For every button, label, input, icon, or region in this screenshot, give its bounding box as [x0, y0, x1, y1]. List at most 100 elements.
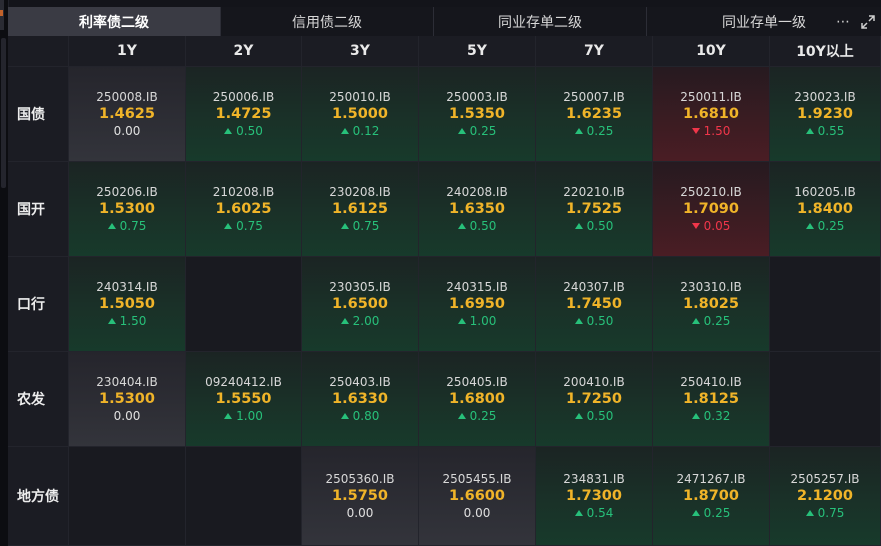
arrow-up-icon	[805, 127, 814, 134]
change-value: 0.75	[107, 218, 146, 234]
quote-cell[interactable]: 2505360.IB 1.5750 0.00	[302, 447, 419, 546]
quote-cell[interactable]: 200410.IB 1.7250 0.50	[536, 352, 653, 447]
change-value: 1.00	[224, 408, 263, 424]
quote-cell[interactable]: 250010.IB 1.5000 0.12	[302, 67, 419, 162]
quote-cell[interactable]: 2505257.IB 2.1200 0.75	[770, 447, 881, 546]
column-header[interactable]: 10Y	[653, 36, 770, 67]
bond-code: 240208.IB	[446, 184, 508, 199]
bond-code: 230208.IB	[329, 184, 391, 199]
tab-credit-bond-secondary[interactable]: 信用债二级	[221, 7, 434, 36]
arrow-up-icon	[224, 412, 233, 419]
change-value: 0.75	[224, 218, 263, 234]
yield-value: 1.8025	[683, 295, 739, 312]
change-value: 0.25	[805, 218, 844, 234]
change-value: 0.75	[340, 218, 379, 234]
quote-cell[interactable]: 2505455.IB 1.6600 0.00	[419, 447, 536, 546]
arrow-up-icon	[574, 222, 583, 229]
quote-cell[interactable]: 250403.IB 1.6330 0.80	[302, 352, 419, 447]
empty-cell	[770, 257, 881, 352]
quote-cell[interactable]: 250410.IB 1.8125 0.32	[653, 352, 770, 447]
quote-cell[interactable]: 2471267.IB 1.8700 0.25	[653, 447, 770, 546]
change-value: 0.75	[805, 505, 844, 521]
quote-cell[interactable]: 250006.IB 1.4725 0.50	[186, 67, 302, 162]
expand-icon[interactable]	[861, 14, 875, 29]
column-header[interactable]: 1Y	[69, 36, 186, 67]
change-text: 1.00	[236, 408, 263, 423]
change-text: 0.55	[817, 123, 845, 138]
scrollbar-thumb[interactable]	[1, 38, 6, 188]
quote-cell[interactable]: 250008.IB 1.4625 0.00	[69, 67, 186, 162]
quote-cell[interactable]: 230023.IB 1.9230 0.55	[770, 67, 881, 162]
quote-cell[interactable]: 250003.IB 1.5350 0.25	[419, 67, 536, 162]
column-header[interactable]: 3Y	[302, 36, 419, 67]
change-text: 0.25	[469, 408, 497, 423]
change-value: 0.00	[347, 505, 374, 521]
arrow-up-icon	[457, 127, 466, 134]
yield-value: 1.6500	[332, 295, 388, 312]
quote-cell[interactable]: 250011.IB 1.6810 1.50	[653, 67, 770, 162]
change-value: 0.00	[464, 505, 491, 521]
row-label: 地方债	[8, 447, 69, 546]
quote-cell[interactable]: 160205.IB 1.8400 0.25	[770, 162, 881, 257]
yield-value: 1.7525	[566, 200, 622, 217]
empty-cell	[770, 352, 881, 447]
arrow-up-icon	[340, 412, 349, 419]
bond-code: 250206.IB	[96, 184, 158, 199]
yield-value: 1.7090	[683, 200, 739, 217]
tab-ncd-secondary[interactable]: 同业存单二级	[434, 7, 647, 36]
tab-rate-bond-secondary[interactable]: 利率债二级	[8, 7, 221, 36]
column-header[interactable]: 2Y	[186, 36, 302, 67]
empty-cell	[186, 447, 302, 546]
quote-cell[interactable]: 250007.IB 1.6235 0.25	[536, 67, 653, 162]
empty-cell	[186, 257, 302, 352]
quote-cell[interactable]: 09240412.IB 1.5550 1.00	[186, 352, 302, 447]
change-value: 0.32	[691, 408, 730, 424]
bond-code: 250011.IB	[680, 89, 742, 104]
quote-cell[interactable]: 250405.IB 1.6800 0.25	[419, 352, 536, 447]
change-text: 0.00	[113, 408, 141, 423]
bond-code: 234831.IB	[563, 471, 625, 486]
change-value: 0.54	[574, 505, 613, 521]
arrow-up-icon	[107, 317, 116, 324]
yield-value: 1.6025	[215, 200, 272, 217]
arrow-up-icon	[574, 412, 583, 419]
quote-cell[interactable]: 240314.IB 1.5050 1.50	[69, 257, 186, 352]
tab-label: 信用债二级	[292, 14, 362, 31]
change-value: 0.25	[574, 123, 613, 139]
quote-cell[interactable]: 240315.IB 1.6950 1.00	[419, 257, 536, 352]
yield-value: 1.8700	[683, 487, 739, 504]
bond-code: 250008.IB	[96, 89, 158, 104]
column-header[interactable]: 5Y	[419, 36, 536, 67]
bond-code: 2505455.IB	[442, 471, 512, 486]
quote-cell[interactable]: 250210.IB 1.7090 0.05	[653, 162, 770, 257]
change-value: 1.50	[691, 123, 731, 139]
bond-code: 250010.IB	[329, 89, 391, 104]
arrow-down-icon	[691, 127, 700, 134]
quote-cell[interactable]: 230305.IB 1.6500 2.00	[302, 257, 419, 352]
quote-cell[interactable]: 250206.IB 1.5300 0.75	[69, 162, 186, 257]
bond-code: 240315.IB	[446, 279, 508, 294]
quote-cell[interactable]: 230310.IB 1.8025 0.25	[653, 257, 770, 352]
quote-cell[interactable]: 210208.IB 1.6025 0.75	[186, 162, 302, 257]
yield-value: 1.8400	[797, 200, 853, 217]
yield-value: 1.7250	[566, 390, 622, 407]
more-icon[interactable]: ⋯	[836, 15, 851, 29]
change-text: 1.50	[703, 123, 731, 138]
change-text: 0.50	[469, 218, 497, 233]
quote-cell[interactable]: 220210.IB 1.7525 0.50	[536, 162, 653, 257]
yield-value: 1.4725	[215, 105, 272, 122]
quote-cell[interactable]: 230208.IB 1.6125 0.75	[302, 162, 419, 257]
column-header[interactable]: 7Y	[536, 36, 653, 67]
bond-code: 240314.IB	[96, 279, 158, 294]
quote-cell[interactable]: 240208.IB 1.6350 0.50	[419, 162, 536, 257]
yield-value: 1.6350	[449, 200, 505, 217]
arrow-up-icon	[457, 222, 466, 229]
quote-cell[interactable]: 230404.IB 1.5300 0.00	[69, 352, 186, 447]
column-header[interactable]: 10Y以上	[770, 36, 881, 67]
yield-value: 1.5350	[449, 105, 505, 122]
quote-cell[interactable]: 240307.IB 1.7450 0.50	[536, 257, 653, 352]
quote-cell[interactable]: 234831.IB 1.7300 0.54	[536, 447, 653, 546]
yield-value: 1.5300	[99, 390, 155, 407]
change-text: 0.75	[236, 218, 263, 233]
change-text: 2.00	[352, 313, 380, 328]
